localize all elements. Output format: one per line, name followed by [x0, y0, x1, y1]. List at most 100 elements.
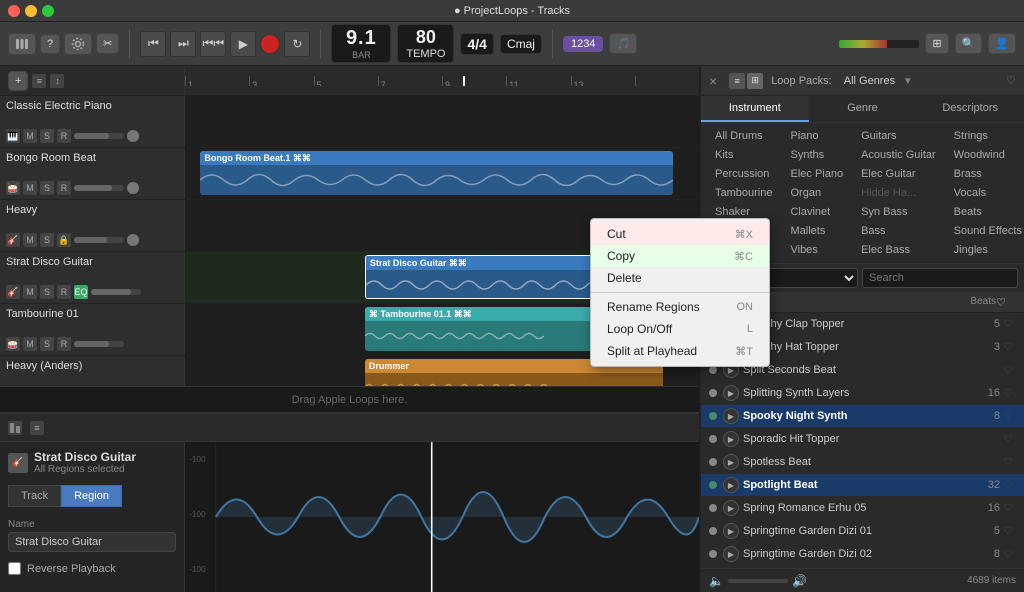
track-volume-slider[interactable] — [74, 133, 124, 139]
loop-browser-heart-icon[interactable]: ♡ — [1006, 74, 1016, 87]
context-menu-copy[interactable]: Copy ⌘C — [591, 245, 769, 267]
tab-genre[interactable]: Genre — [809, 96, 917, 122]
cat-woodwind[interactable]: Woodwind — [946, 146, 1024, 164]
help-button[interactable]: ? — [40, 34, 60, 54]
metronome-button[interactable]: 🎵 — [609, 33, 637, 54]
loop-packs-chevron[interactable]: ▾ — [905, 74, 911, 87]
cat-elec-bass[interactable]: Elec Bass — [853, 241, 944, 259]
loop-item-favorite-button[interactable]: ♡ — [1000, 342, 1016, 353]
loop-item-play-button[interactable]: ▶ — [723, 546, 739, 562]
loop-item-play-button[interactable]: ▶ — [723, 477, 739, 493]
track-content-classic-electric-piano[interactable] — [185, 96, 699, 147]
position-counter[interactable]: 9.1 BAR — [331, 24, 391, 63]
cat-jingles[interactable]: Jingles — [946, 241, 1024, 259]
loop-list-item[interactable]: ▶Spotlight Beat32♡ — [701, 474, 1024, 497]
drag-loops-zone[interactable]: Drag Apple Loops here. — [0, 386, 699, 412]
loop-list-item[interactable]: ▶Springtime Garden Dizi 015♡ — [701, 520, 1024, 543]
cat-elec-guitar[interactable]: Elec Guitar — [853, 165, 944, 183]
solo-button[interactable]: S — [40, 129, 54, 143]
loop-item-favorite-button[interactable]: ♡ — [1000, 526, 1016, 537]
mute-button[interactable]: M — [23, 129, 37, 143]
track-pan-knob[interactable] — [127, 130, 139, 142]
bottom-waveform[interactable]: -100 -100 -100 — [185, 442, 699, 592]
clip-bongo-room-beat[interactable]: Bongo Room Beat.1 ⌘⌘ — [200, 151, 673, 195]
cat-strings[interactable]: Strings — [946, 127, 1024, 145]
minimize-button[interactable] — [25, 5, 37, 17]
solo-button[interactable]: S — [40, 233, 54, 247]
cat-all-drums[interactable]: All Drums — [707, 127, 780, 145]
loop-list-item[interactable]: ▶Spotless Beat♡ — [701, 451, 1024, 474]
reverse-playback-checkbox[interactable] — [8, 562, 21, 575]
solo-button[interactable]: S — [40, 181, 54, 195]
add-track-button[interactable]: + — [8, 71, 28, 91]
loop-item-play-button[interactable]: ▶ — [723, 385, 739, 401]
go-to-start-button[interactable]: ⏮⏮ — [200, 31, 226, 57]
cat-organ[interactable]: Organ — [782, 184, 851, 202]
context-menu-loop[interactable]: Loop On/Off L — [591, 318, 769, 340]
record-arm-button[interactable]: R — [57, 181, 71, 195]
loop-list-item[interactable]: ▶Sporadic Hit Topper♡ — [701, 428, 1024, 451]
record-arm-button[interactable]: R — [57, 129, 71, 143]
cat-bass[interactable]: Bass — [853, 222, 944, 240]
loop-item-favorite-button[interactable]: ♡ — [1000, 319, 1016, 330]
loop-list-item[interactable]: ▶Spooky Night Synth8♡ — [701, 405, 1024, 428]
loop-list-item[interactable]: ▶Splitting Synth Layers16♡ — [701, 382, 1024, 405]
loop-item-favorite-button[interactable]: ♡ — [1000, 549, 1016, 560]
loop-item-favorite-button[interactable]: ♡ — [1000, 388, 1016, 399]
cat-guitars[interactable]: Guitars — [853, 127, 944, 145]
context-menu-split[interactable]: Split at Playhead ⌘T — [591, 340, 769, 362]
loop-item-favorite-button[interactable]: ♡ — [1000, 365, 1016, 376]
solo-button[interactable]: S — [40, 337, 54, 351]
settings-button[interactable] — [64, 33, 92, 55]
track-volume-slider[interactable] — [74, 341, 124, 347]
track-volume-slider[interactable] — [74, 237, 124, 243]
cat-brass[interactable]: Brass — [946, 165, 1024, 183]
search-input[interactable] — [862, 268, 1018, 288]
track-content-bongo[interactable]: Bongo Room Beat.1 ⌘⌘ — [185, 148, 699, 199]
library-button[interactable] — [8, 33, 36, 55]
loop-list-item[interactable]: ▶Springtime Garden Dizi 028♡ — [701, 543, 1024, 566]
cat-mallets[interactable]: Mallets — [782, 222, 851, 240]
window-mode-button[interactable]: ⊞ — [925, 33, 948, 54]
tempo-display[interactable]: 80 TEMPO — [397, 24, 454, 63]
track-pan-knob[interactable] — [127, 182, 139, 194]
loop-item-play-button[interactable]: ▶ — [723, 408, 739, 424]
maximize-button[interactable] — [42, 5, 54, 17]
cat-vibes[interactable]: Vibes — [782, 241, 851, 259]
context-menu-cut[interactable]: Cut ⌘X — [591, 223, 769, 245]
track-pan-knob[interactable] — [127, 234, 139, 246]
solo-button[interactable]: S — [40, 285, 54, 299]
share-button[interactable]: 👤 — [988, 33, 1016, 54]
loop-item-favorite-button[interactable]: ♡ — [1000, 480, 1016, 491]
bottom-field-value[interactable]: Strat Disco Guitar — [8, 532, 176, 552]
loop-item-favorite-button[interactable]: ♡ — [1000, 434, 1016, 445]
rewind-button[interactable]: ⏮ — [140, 31, 166, 57]
cycle-button[interactable]: ↻ — [284, 31, 310, 57]
loop-item-play-button[interactable]: ▶ — [723, 523, 739, 539]
cat-clavinet[interactable]: Clavinet — [782, 203, 851, 221]
track-volume-slider[interactable] — [74, 185, 124, 191]
cat-beats[interactable]: Beats — [946, 203, 1024, 221]
volume-slider[interactable] — [728, 579, 788, 583]
cat-synths[interactable]: Synths — [782, 146, 851, 164]
play-button[interactable]: ▶ — [230, 31, 256, 57]
mute-button[interactable]: M — [23, 337, 37, 351]
loop-item-favorite-button[interactable]: ♡ — [1000, 457, 1016, 468]
loop-item-play-button[interactable]: ▶ — [723, 454, 739, 470]
key-display[interactable]: Cmaj — [500, 34, 542, 54]
record-arm-button[interactable]: R — [57, 337, 71, 351]
cat-piano[interactable]: Piano — [782, 127, 851, 145]
loop-item-favorite-button[interactable]: ♡ — [1000, 411, 1016, 422]
track-volume-slider[interactable] — [91, 289, 141, 295]
cat-vocals[interactable]: Vocals — [946, 184, 1024, 202]
time-signature-display[interactable]: 4/4 — [460, 33, 493, 55]
tab-descriptors[interactable]: Descriptors — [916, 96, 1024, 122]
loop-browser-close-button[interactable]: × — [709, 73, 717, 89]
cat-acoustic-guitar[interactable]: Acoustic Guitar — [853, 146, 944, 164]
loop-list-item[interactable]: ▶Spring Romance Erhu 0516♡ — [701, 497, 1024, 520]
cat-tambourine[interactable]: Tambourine — [707, 184, 780, 202]
context-menu-rename[interactable]: Rename Regions ON — [591, 296, 769, 318]
cat-kits[interactable]: Kits — [707, 146, 780, 164]
loop-item-play-button[interactable]: ▶ — [723, 431, 739, 447]
tab-instrument[interactable]: Instrument — [701, 96, 809, 122]
